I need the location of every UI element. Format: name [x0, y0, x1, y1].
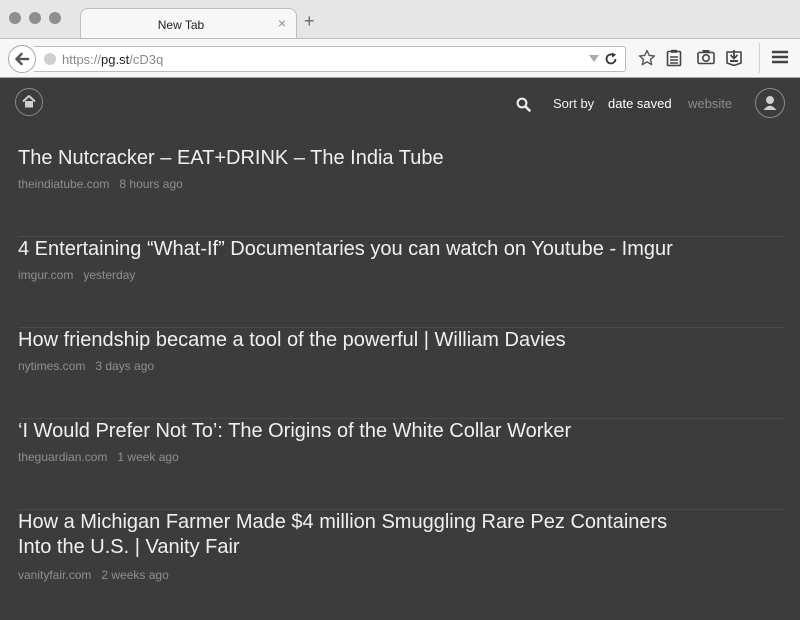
- tab-new-tab[interactable]: New Tab ×: [80, 8, 297, 40]
- article-title[interactable]: How a Michigan Farmer Made $4 million Sm…: [18, 510, 668, 560]
- toolbar-separator: [759, 43, 760, 73]
- article-title[interactable]: 4 Entertaining “What-If” Documentaries y…: [18, 237, 785, 262]
- article-time: 8 hours ago: [119, 177, 183, 191]
- article-domain: theguardian.com: [18, 450, 108, 464]
- tab-title: New Tab: [157, 18, 205, 32]
- search-icon[interactable]: [516, 97, 531, 112]
- url-text[interactable]: https://pg.st/cD3q: [62, 52, 163, 67]
- article-item[interactable]: The Nutcracker – EAT+DRINK – The India T…: [18, 146, 785, 237]
- article-domain: nytimes.com: [18, 359, 86, 373]
- new-tab-button[interactable]: +: [304, 12, 315, 30]
- url-history-dropdown-icon[interactable]: [589, 55, 599, 62]
- hamburger-menu-icon[interactable]: [771, 49, 789, 65]
- article-time: 1 week ago: [117, 450, 179, 464]
- close-window-button[interactable]: [9, 12, 21, 24]
- site-identity-icon[interactable]: [44, 53, 56, 65]
- reload-icon[interactable]: [603, 51, 619, 67]
- article-meta: imgur.com yesterday: [18, 268, 785, 282]
- article-domain: theindiatube.com: [18, 177, 110, 191]
- article-time: 2 weeks ago: [101, 568, 169, 582]
- screenshot-icon[interactable]: [697, 49, 715, 65]
- home-icon: [22, 95, 36, 108]
- article-meta: theguardian.com 1 week ago: [18, 450, 785, 464]
- navigation-bar: https://pg.st/cD3q: [0, 38, 800, 78]
- article-domain: vanityfair.com: [18, 568, 92, 582]
- sort-option-date-saved[interactable]: date saved: [608, 96, 672, 111]
- sort-by-label: Sort by: [553, 96, 595, 111]
- article-meta: theindiatube.com 8 hours ago: [18, 177, 785, 191]
- minimize-window-button[interactable]: [29, 12, 41, 24]
- back-button[interactable]: [8, 45, 36, 73]
- url-bar[interactable]: https://pg.st/cD3q: [34, 46, 626, 72]
- article-title[interactable]: The Nutcracker – EAT+DRINK – The India T…: [18, 146, 785, 171]
- back-arrow-icon: [15, 52, 30, 66]
- article-meta: vanityfair.com 2 weeks ago: [18, 568, 785, 582]
- article-title[interactable]: ‘I Would Prefer Not To’: The Origins of …: [18, 419, 785, 444]
- zoom-window-button[interactable]: [49, 12, 61, 24]
- article-meta: nytimes.com 3 days ago: [18, 359, 785, 373]
- close-tab-icon[interactable]: ×: [278, 16, 286, 30]
- pocket-icon[interactable]: [726, 49, 742, 66]
- article-domain: imgur.com: [18, 268, 74, 282]
- tab-strip: New Tab × +: [0, 0, 800, 40]
- reading-list-icon[interactable]: [666, 49, 682, 67]
- sort-option-website[interactable]: website: [688, 96, 732, 111]
- page-content: Sort by date saved website The Nutcracke…: [0, 78, 800, 600]
- article-title[interactable]: How friendship became a tool of the powe…: [18, 328, 785, 353]
- article-item[interactable]: How a Michigan Farmer Made $4 million Sm…: [18, 488, 785, 620]
- article-item[interactable]: How friendship became a tool of the powe…: [18, 328, 785, 419]
- home-button[interactable]: [15, 88, 43, 116]
- user-icon: [763, 96, 777, 110]
- article-time: 3 days ago: [95, 359, 155, 373]
- article-item[interactable]: 4 Entertaining “What-If” Documentaries y…: [18, 237, 785, 328]
- article-time: yesterday: [83, 268, 136, 282]
- article-list: The Nutcracker – EAT+DRINK – The India T…: [18, 146, 785, 620]
- star-icon[interactable]: [638, 49, 656, 67]
- user-account-button[interactable]: [755, 88, 785, 118]
